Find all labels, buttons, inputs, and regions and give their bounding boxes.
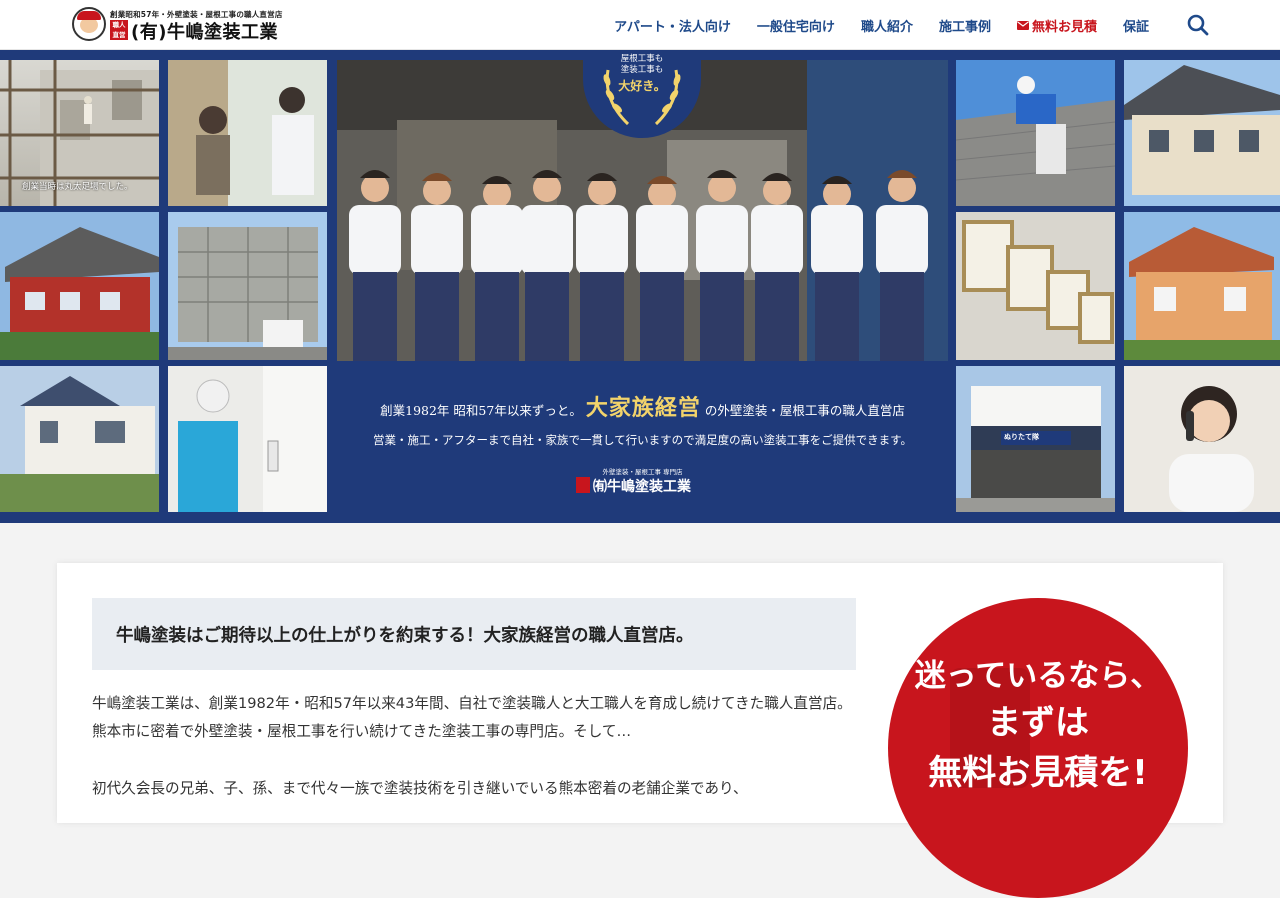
photo-red-house [0, 212, 159, 360]
section-headline: 牛嶋塗装はご期待以上の仕上がりを約束する！大家族経営の職人直営店。 [116, 626, 694, 646]
medal-big: 大好き。 [618, 79, 666, 93]
intro-paragraph-2: 初代久会長の兄弟、子、孫、まで代々一族で塗装技術を引き継いでいる熊本密着の老舗企… [92, 780, 748, 797]
hero-line2: 営業・施工・アフターまで自社・家族で一貫して行いますので満足度の高い塗装工事をご… [373, 433, 912, 447]
global-nav: アパート・法人向け 一般住宅向け 職人紹介 施工事例 無料お見積 保証 [601, 0, 1162, 50]
nav-item-works[interactable]: 施工事例 [926, 16, 1004, 35]
photo-caption: 創業当時は丸太足場でした。 [22, 182, 133, 192]
mail-icon [1016, 20, 1029, 30]
headline-box: 牛嶋塗装はご期待以上の仕上がりを約束する！大家族経営の職人直営店。 [92, 598, 856, 670]
photo-roof-painting [956, 60, 1115, 206]
photo-scaffold-building [168, 212, 327, 360]
staff-figure [696, 205, 748, 275]
staff-figure [751, 205, 803, 275]
staff-figure [415, 272, 459, 361]
nav-item-apartment[interactable]: アパート・法人向け [601, 16, 744, 35]
staff-figure [811, 205, 863, 275]
staff-figure [576, 205, 628, 275]
medal-line2: 塗装工事も [620, 65, 664, 75]
search-icon[interactable] [1186, 13, 1210, 37]
staff-figure [708, 174, 736, 202]
hero-line1-emphasis: 大家族経営 [585, 395, 701, 421]
staff-figure [349, 205, 401, 275]
staff-figure [353, 272, 397, 361]
staff-figure [880, 272, 924, 361]
staff-figure [411, 205, 463, 275]
logo-name: (有)牛嶋塗装工業 [131, 22, 278, 43]
staff-figure [471, 205, 523, 275]
staff-figure [823, 180, 851, 208]
staff-figure [700, 272, 744, 361]
nav-item-residential[interactable]: 一般住宅向け [744, 16, 848, 35]
staff-figure [475, 272, 519, 361]
nav-item-craftsmen[interactable]: 職人紹介 [848, 16, 926, 35]
photo-shop-front: ぬりたて隊 [956, 366, 1115, 512]
staff-figure [483, 180, 511, 208]
staff-figure [580, 272, 624, 361]
cta-line2: まずは [987, 703, 1089, 743]
staff-figure [640, 272, 684, 361]
mascot-icon [72, 7, 106, 41]
site-header: 創業昭和57年・外壁塗装・屋根工事の職人直営店 職人直営 (有)牛嶋塗装工業 ア… [0, 0, 1280, 50]
staff-figure [763, 177, 791, 205]
staff-figure [815, 272, 859, 361]
logo-badge: 職人直営 [110, 20, 128, 40]
hero-line1-after: の外壁塗装・屋根工事の職人直営店 [704, 403, 905, 418]
free-estimate-cta-button[interactable]: 迷っているなら、 まずは 無料お見積を! [888, 598, 1188, 898]
site-logo[interactable]: 創業昭和57年・外壁塗装・屋根工事の職人直営店 職人直営 (有)牛嶋塗装工業 [72, 7, 284, 43]
photo-customer-meeting [168, 60, 327, 206]
hero-message: 創業1982年 昭和57年以来ずっと。 大家族経営 の外壁塗装・屋根工事の職人直営店… [337, 368, 948, 515]
photo-beige-house [1124, 60, 1280, 206]
medal-line1: 屋根工事も [620, 54, 664, 64]
cta-line1: 迷っているなら、 [914, 658, 1162, 694]
staff-figure [648, 180, 676, 208]
nav-item-warranty[interactable]: 保証 [1110, 16, 1162, 35]
medal-badge: 屋根工事も 塗装工事も 大好き。 [583, 50, 701, 138]
hero-line1: 創業1982年 昭和57年以来ずっと。 大家族経営 の外壁塗装・屋根工事の職人直営店 [337, 390, 948, 422]
photo-certificates [956, 212, 1115, 360]
photo-orange-house [1124, 212, 1280, 360]
staff-figure [525, 272, 569, 361]
photo-painter-roller [168, 366, 327, 512]
staff-figure [588, 177, 616, 205]
hero-logo-tagline: 外壁塗装・屋根工事 専門店 [602, 468, 683, 476]
nav-item-estimate[interactable]: 無料お見積 [1004, 16, 1110, 35]
cta-line3: 無料お見積を! [928, 753, 1148, 793]
staff-figure [888, 174, 916, 202]
shop-sign: ぬりたて隊 [1004, 433, 1039, 441]
staff-figure [636, 205, 688, 275]
staff-figure [533, 174, 561, 202]
staff-figure [521, 205, 573, 275]
photo-receptionist [1124, 366, 1280, 512]
hero-logo-name: ㈲牛嶋塗装工業 [593, 479, 691, 495]
photo-old-scaffold: 創業当時は丸太足場でした。 [0, 60, 159, 206]
intro-paragraph-1: 牛嶋塗装工業は、創業1982年・昭和57年以来43年間、自社で塗装職人と大工職人… [92, 695, 852, 740]
staff-figure [755, 272, 799, 361]
staff-figure [361, 174, 389, 202]
nav-item-estimate-label: 無料お見積 [1031, 19, 1097, 35]
hero-banner: 創業当時は丸太足場でした。 屋根工事も 塗装工事も 大好き。 創業1982年 昭… [0, 50, 1280, 523]
staff-figure [876, 205, 928, 275]
staff-figure [423, 177, 451, 205]
photo-white-house [0, 366, 159, 512]
hero-line1-before: 創業1982年 昭和57年以来ずっと。 [380, 403, 582, 418]
